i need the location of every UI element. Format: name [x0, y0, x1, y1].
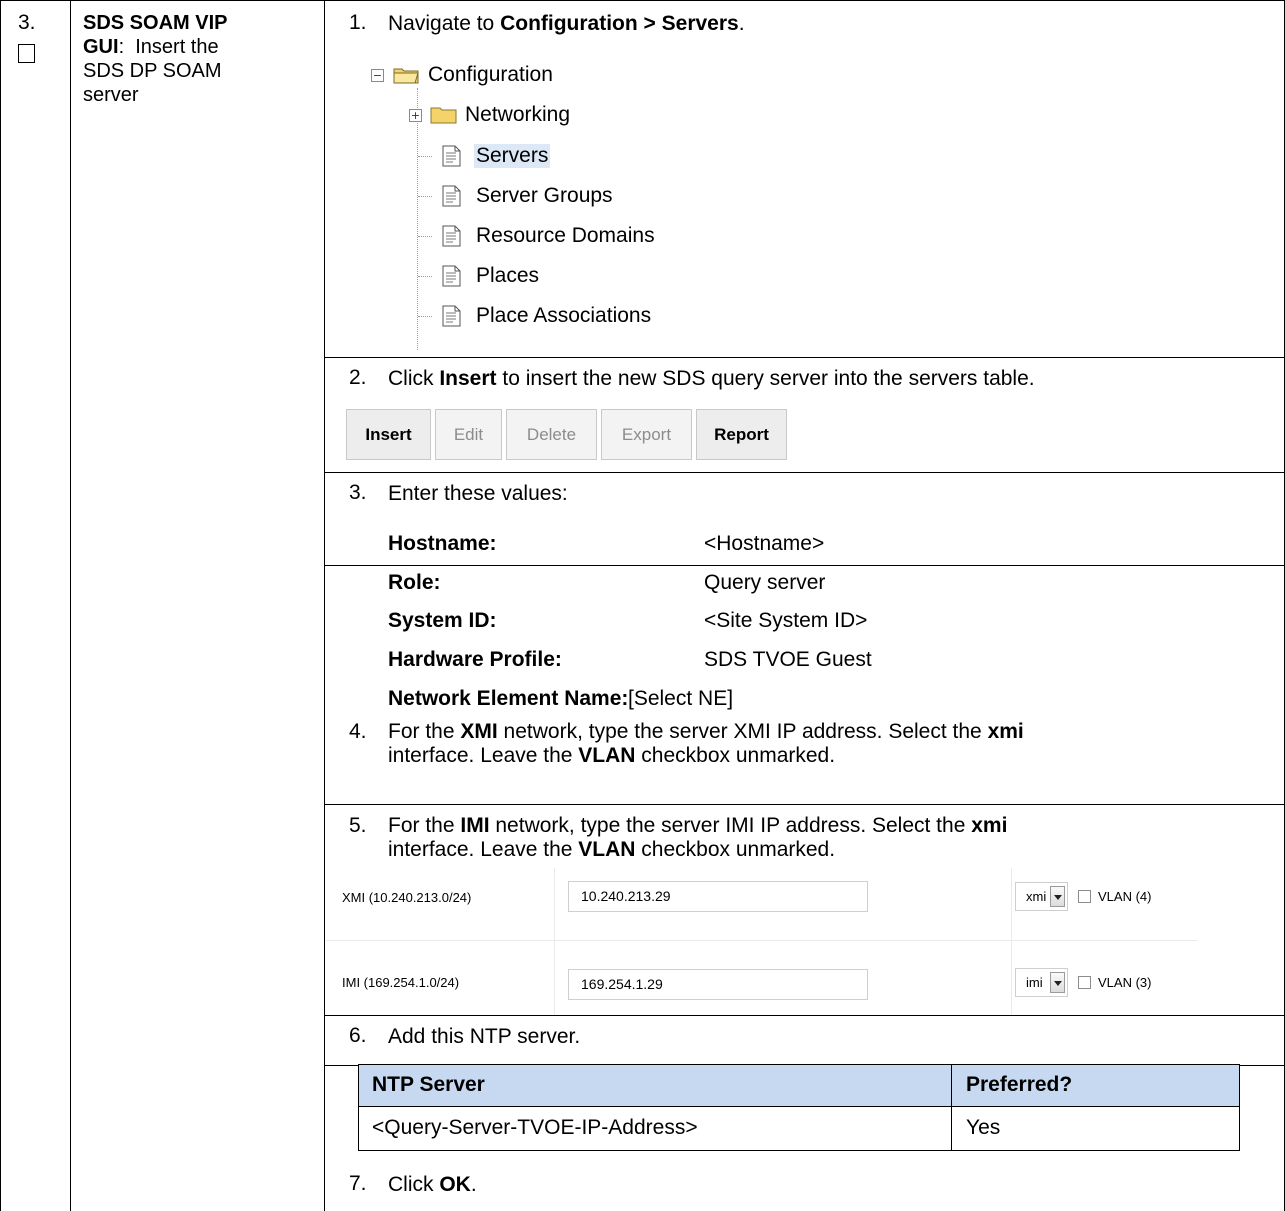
ntp-header-preferred: Preferred?: [966, 1073, 1073, 1096]
ntp-cell-server: <Query-Server-TVOE-IP-Address>: [372, 1116, 698, 1139]
substep-2-text: Click Insert to insert the new SDS query…: [388, 367, 1035, 390]
page-icon: [442, 305, 461, 327]
chevron-down-icon: [1050, 886, 1065, 907]
tree-label-servers: Servers: [474, 144, 551, 168]
value-text: <Site System ID>: [704, 609, 868, 632]
step-number: 3.: [18, 11, 36, 34]
imi-vlan-checkbox[interactable]: [1078, 976, 1091, 989]
value-text: Query server: [704, 571, 826, 594]
tree-label-resource-domains: Resource Domains: [476, 224, 655, 247]
rule-after-s2: [324, 472, 1285, 473]
value-text: [Select NE]: [628, 687, 734, 710]
tree-item-networking[interactable]: + Networking: [409, 100, 570, 130]
step-title: SDS SOAM VIP GUI: Insert the SDS DP SOAM…: [83, 11, 313, 107]
page-icon: [442, 225, 461, 247]
col-divider-1: [70, 0, 71, 1211]
tree-label-configuration: Configuration: [428, 63, 553, 86]
ntp-header-row: [358, 1064, 1240, 1106]
export-button[interactable]: Export: [601, 409, 692, 460]
tree-item-servers[interactable]: Servers: [440, 141, 551, 171]
table-left-border: [0, 0, 1, 1211]
delete-button[interactable]: Delete: [506, 409, 597, 460]
substep-1-text: Navigate to Configuration > Servers.: [388, 12, 745, 35]
page-icon: [442, 145, 461, 167]
chevron-down-icon: [1050, 972, 1065, 993]
tree-label-networking: Networking: [465, 103, 571, 126]
rule-after-s3: [324, 565, 1285, 566]
step-title-line-1: SDS SOAM VIP: [83, 12, 228, 34]
network-form: XMI (10.240.213.0/24) 10.240.213.29 xmi …: [326, 868, 1284, 1015]
value-label: System ID:: [388, 609, 497, 632]
config-tree: − Configuration + Networking Servers Ser…: [368, 58, 768, 350]
ntp-table: NTP Server Preferred? <Query-Server-TVOE…: [358, 1064, 1240, 1151]
edit-button[interactable]: Edit: [435, 409, 502, 460]
expand-icon[interactable]: +: [409, 108, 422, 122]
network-label-imi: IMI (169.254.1.0/24): [342, 975, 460, 990]
page-icon: [442, 185, 461, 207]
step-title-line-2: GUI: Insert the: [83, 36, 219, 58]
rule-after-s5: [324, 804, 1285, 805]
step-title-line-3: SDS DP SOAM: [83, 60, 222, 82]
tree-label-places: Places: [476, 264, 540, 287]
table-top-border: [0, 0, 1285, 1]
insert-button[interactable]: Insert: [346, 409, 431, 460]
substep-3-text: Enter these values:: [388, 482, 568, 505]
tree-item-server-groups[interactable]: Server Groups: [440, 181, 613, 211]
xmi-vlan-label: VLAN (4): [1098, 889, 1152, 904]
value-text: SDS TVOE Guest: [704, 648, 872, 671]
network-label-xmi: XMI (10.240.213.0/24): [342, 890, 472, 905]
substep-6-number: 6.: [349, 1024, 367, 1047]
rule-after-s1: [324, 357, 1285, 358]
collapse-icon[interactable]: −: [371, 68, 384, 82]
report-button[interactable]: Report: [696, 409, 787, 460]
step-title-line-4: server: [83, 84, 139, 106]
value-label: Hostname:: [388, 532, 497, 555]
value-label: Network Element Name:: [388, 687, 629, 710]
substep-3-number: 3.: [349, 481, 367, 504]
xmi-ip-input[interactable]: 10.240.213.29: [568, 881, 868, 912]
folder-icon: [430, 107, 457, 124]
substep-7-number: 7.: [349, 1172, 367, 1195]
tree-label-place-associations: Place Associations: [476, 304, 652, 327]
tree-item-places[interactable]: Places: [440, 261, 539, 291]
ntp-cell-preferred: Yes: [966, 1116, 1001, 1139]
value-label: Hardware Profile:: [388, 648, 562, 671]
value-label: Role:: [388, 571, 441, 594]
tree-item-place-associations[interactable]: Place Associations: [440, 301, 651, 331]
folder-open-icon: [393, 68, 419, 84]
value-text: <Hostname>: [704, 532, 825, 555]
xmi-vlan-checkbox[interactable]: [1078, 890, 1091, 903]
substep-2-number: 2.: [349, 366, 367, 389]
imi-ip-input[interactable]: 169.254.1.29: [568, 969, 868, 1000]
col-divider-2: [324, 0, 325, 1211]
substep-5-text: For the IMI network, type the server IMI…: [388, 814, 1008, 861]
step-checkbox[interactable]: [18, 44, 35, 63]
tree-item-resource-domains[interactable]: Resource Domains: [440, 221, 655, 251]
tree-item-configuration[interactable]: − Configuration: [371, 60, 553, 90]
substep-7-text: Click OK.: [388, 1173, 477, 1196]
page-icon: [442, 265, 461, 287]
tree-label-server-groups: Server Groups: [476, 184, 613, 207]
substep-1-number: 1.: [349, 11, 367, 34]
substep-4-number: 4.: [349, 720, 367, 743]
substep-5-number: 5.: [349, 814, 367, 837]
rule-after-s6: [324, 1015, 1285, 1016]
substep-4-text: For the XMI network, type the server XMI…: [388, 720, 1024, 767]
ntp-header-server: NTP Server: [372, 1073, 485, 1096]
substep-6-text: Add this NTP server.: [388, 1025, 581, 1048]
imi-interface-select[interactable]: imi: [1015, 968, 1068, 997]
action-button-bar: Insert Edit Delete Export Report: [346, 409, 787, 462]
xmi-interface-select[interactable]: xmi: [1015, 882, 1068, 911]
imi-vlan-label: VLAN (3): [1098, 975, 1152, 990]
